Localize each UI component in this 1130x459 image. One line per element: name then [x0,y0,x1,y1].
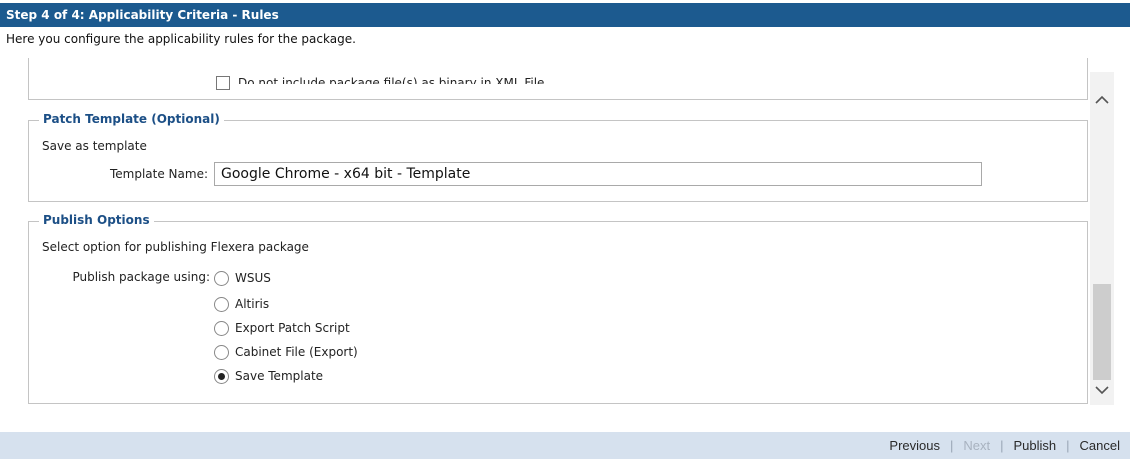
radio-button[interactable] [214,320,229,336]
radio-label: WSUS [235,271,271,285]
wizard-footer: Previous | Next | Publish | Cancel [0,432,1130,459]
template-name-input[interactable] [214,162,982,186]
save-as-template-text: Save as template [42,139,147,153]
previous-section-fieldset [28,58,1088,100]
wizard-step-description: Here you configure the applicability rul… [6,32,356,46]
publish-options-legend: Publish Options [39,213,154,227]
wizard-step-title: Step 4 of 4: Applicability Criteria - Ru… [0,3,1130,27]
scrollbar-thumb[interactable] [1093,284,1111,380]
radio-label: Altiris [235,297,270,311]
publish-button[interactable]: Publish [1004,438,1067,453]
cancel-button[interactable]: Cancel [1070,438,1130,453]
radio-option-save-template[interactable]: Save Template [214,367,323,385]
radio-label: Cabinet File (Export) [235,345,358,359]
previous-button[interactable]: Previous [879,438,950,453]
radio-button[interactable] [214,270,229,286]
radio-option-cabinet-file[interactable]: Cabinet File (Export) [214,343,358,361]
template-name-label: Template Name: [109,167,208,181]
radio-label: Save Template [235,369,324,383]
wizard-nav: Previous | Next | Publish | Cancel [879,432,1130,459]
vertical-scrollbar[interactable] [1090,72,1114,405]
radio-label: Export Patch Script [235,321,350,335]
scroll-down-icon[interactable] [1090,380,1114,400]
radio-button-selected[interactable] [214,368,229,384]
radio-option-wsus[interactable]: WSUS [214,269,271,287]
patch-template-legend: Patch Template (Optional) [39,112,224,126]
publish-options-description: Select option for publishing Flexera pac… [42,240,309,254]
radio-option-export-patch-script[interactable]: Export Patch Script [214,319,350,337]
scroll-up-icon[interactable] [1090,90,1114,110]
binary-xml-checkbox-label: Do not include package file(s) as binary… [238,76,549,84]
binary-xml-checkbox[interactable] [216,76,230,90]
radio-button[interactable] [214,296,229,312]
radio-button[interactable] [214,344,229,360]
radio-option-altiris[interactable]: Altiris [214,295,269,313]
patch-template-fieldset: Patch Template (Optional) [28,112,1088,202]
next-button[interactable]: Next [953,438,1000,453]
publish-package-using-label: Publish package using: [72,270,210,284]
